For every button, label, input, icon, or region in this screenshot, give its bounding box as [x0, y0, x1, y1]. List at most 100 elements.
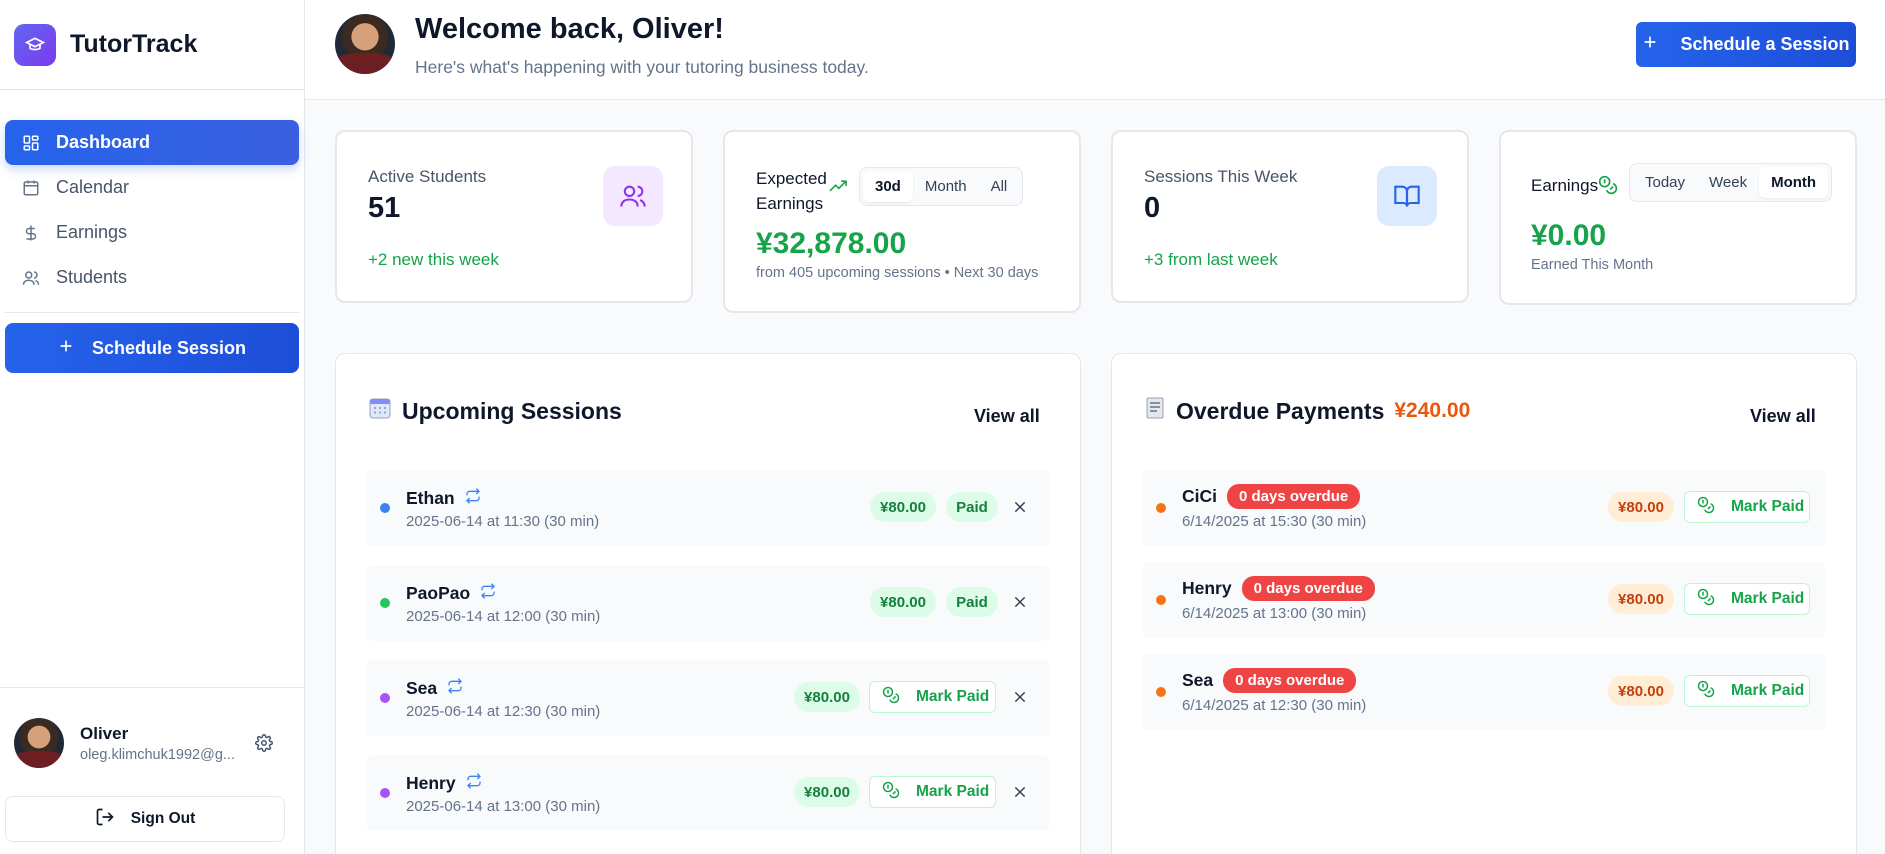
session-time: 2025-06-14 at 11:30 (30 min)	[406, 513, 600, 530]
schedule-session-button[interactable]: Schedule Session	[5, 323, 299, 373]
status-dot	[1156, 595, 1166, 605]
amount-badge: ¥80.00	[870, 492, 936, 522]
dollar-icon	[21, 223, 41, 243]
plus-icon	[58, 338, 74, 359]
amount-badge: ¥80.00	[794, 682, 860, 712]
plus-icon	[1642, 34, 1658, 55]
sidebar-item-label: Students	[56, 267, 128, 287]
sidebar-item-calendar[interactable]: Calendar	[5, 165, 299, 210]
avatar	[335, 14, 395, 74]
mark-paid-button[interactable]: Mark Paid	[1684, 675, 1810, 707]
page-title: Welcome back, Oliver!	[415, 13, 724, 45]
range-option-30d[interactable]: 30d	[863, 171, 913, 202]
sidebar-item-dashboard[interactable]: Dashboard	[5, 120, 299, 165]
overdue-total: ¥240.00	[1394, 399, 1471, 422]
session-student-name: PaoPao	[406, 583, 496, 604]
amount-badge: ¥80.00	[1608, 584, 1674, 614]
avatar[interactable]	[14, 718, 64, 768]
gear-icon[interactable]	[252, 731, 276, 755]
student-name-text: Henry	[1182, 578, 1232, 598]
overdue-row: Henry 0 days overdue 6/14/2025 at 13:00 (3…	[1142, 562, 1826, 638]
mark-paid-label: Mark Paid	[916, 688, 990, 705]
student-name-text: Sea	[406, 678, 438, 698]
stat-label-line2: Earnings	[756, 194, 824, 213]
active-students-card: Active Students 51 +2 new this week	[335, 130, 693, 303]
user-name: Oliver	[80, 723, 129, 743]
range-option-all[interactable]: All	[979, 171, 1020, 202]
session-student-name: Ethan	[406, 488, 481, 509]
mark-paid-button[interactable]: Mark Paid	[1684, 491, 1810, 523]
stat-value: 0	[1144, 192, 1161, 224]
repeat-icon	[447, 678, 463, 699]
student-name-text: PaoPao	[406, 583, 471, 603]
student-name-text: Henry	[406, 773, 456, 793]
schedule-a-session-button[interactable]: Schedule a Session	[1636, 22, 1856, 67]
upcoming-sessions-panel: Upcoming Sessions View all Ethan 2025-06-…	[335, 353, 1081, 854]
calendar-icon	[21, 178, 41, 198]
student-name-text: Ethan	[406, 488, 455, 508]
expected-earnings-range-toggle: 30d Month All	[859, 167, 1024, 206]
earnings-period-toggle: Today Week Month	[1629, 163, 1833, 202]
mark-paid-label: Mark Paid	[1731, 590, 1805, 607]
session-time: 2025-06-14 at 12:00 (30 min)	[406, 608, 601, 625]
mark-paid-button[interactable]: Mark Paid	[1684, 583, 1810, 615]
period-option-month[interactable]: Month	[1759, 167, 1829, 198]
period-option-today[interactable]: Today	[1633, 167, 1697, 198]
overdue-row: Sea 0 days overdue 6/14/2025 at 12:30 (30 …	[1142, 654, 1826, 730]
range-option-month[interactable]: Month	[913, 171, 979, 202]
student-name-text: CiCi	[1182, 486, 1217, 506]
session-student-name: Sea	[406, 678, 463, 699]
user-profile: Oliver oleg.klimchuk1992@g...	[0, 688, 305, 768]
log-out-icon	[95, 807, 115, 832]
amount-badge: ¥80.00	[1608, 492, 1674, 522]
sign-out-button[interactable]: Sign Out	[5, 796, 285, 842]
overdue-time: 6/14/2025 at 12:30 (30 min)	[1182, 697, 1367, 714]
overdue-time: 6/14/2025 at 13:00 (30 min)	[1182, 605, 1367, 622]
mark-paid-label: Mark Paid	[916, 783, 990, 800]
schedule-session-label: Schedule Session	[91, 337, 247, 358]
mark-paid-label: Mark Paid	[1731, 682, 1805, 699]
overdue-payments-title: Overdue Payments	[1176, 397, 1385, 424]
session-student-name: Henry	[406, 773, 482, 794]
grid-icon	[21, 133, 41, 153]
close-icon[interactable]	[1009, 781, 1031, 803]
mark-paid-label: Mark Paid	[1731, 498, 1805, 515]
sidebar-footer: Oliver oleg.klimchuk1992@g... Sign Out	[0, 687, 305, 854]
user-info: Oliver oleg.klimchuk1992@g...	[80, 724, 240, 763]
coins-icon	[1697, 588, 1715, 611]
overdue-payments-panel: Overdue Payments ¥240.00 View all CiCi 0 …	[1111, 353, 1857, 854]
sign-out-label: Sign Out	[130, 810, 196, 827]
close-icon[interactable]	[1009, 686, 1031, 708]
sidebar-item-earnings[interactable]: Earnings	[5, 210, 299, 255]
overdue-student-name: CiCi 0 days overdue	[1182, 484, 1361, 509]
sidebar-item-label: Calendar	[56, 177, 130, 197]
status-dot	[380, 788, 390, 798]
view-all-overdue-link[interactable]: View all	[1750, 406, 1816, 427]
session-row: Ethan 2025-06-14 at 11:30 (30 min) ¥80.00 P…	[366, 470, 1050, 546]
session-time: 2025-06-14 at 12:30 (30 min)	[406, 703, 601, 720]
overdue-badge: 0 days overdue	[1227, 484, 1361, 509]
mark-paid-button[interactable]: Mark Paid	[869, 776, 996, 808]
session-row: Henry 2025-06-14 at 13:00 (30 min) ¥80.00 M…	[366, 755, 1050, 831]
mark-paid-button[interactable]: Mark Paid	[869, 681, 996, 713]
users-icon	[21, 268, 41, 288]
sidebar-item-students[interactable]: Students	[5, 255, 299, 300]
period-option-week[interactable]: Week	[1697, 167, 1759, 198]
stat-note: from 405 upcoming sessions • Next 30 day…	[756, 265, 1039, 281]
stat-label: Earnings	[1531, 176, 1599, 195]
stat-value: ¥0.00	[1531, 219, 1607, 252]
status-dot	[1156, 687, 1166, 697]
close-icon[interactable]	[1009, 591, 1031, 613]
view-all-upcoming-link[interactable]: View all	[974, 406, 1040, 427]
close-icon[interactable]	[1009, 496, 1031, 518]
session-row: PaoPao 2025-06-14 at 12:00 (30 min) ¥80.00…	[366, 565, 1050, 641]
coins-icon	[1697, 496, 1715, 519]
stat-note: Earned This Month	[1531, 257, 1654, 273]
stat-label: Active Students	[368, 167, 487, 186]
page-subtitle: Here's what's happening with your tutori…	[415, 57, 869, 77]
amount-badge: ¥80.00	[870, 587, 936, 617]
overdue-time: 6/14/2025 at 15:30 (30 min)	[1182, 513, 1367, 530]
status-dot	[380, 598, 390, 608]
amount-badge: ¥80.00	[794, 777, 860, 807]
upcoming-sessions-title: Upcoming Sessions	[402, 397, 622, 424]
